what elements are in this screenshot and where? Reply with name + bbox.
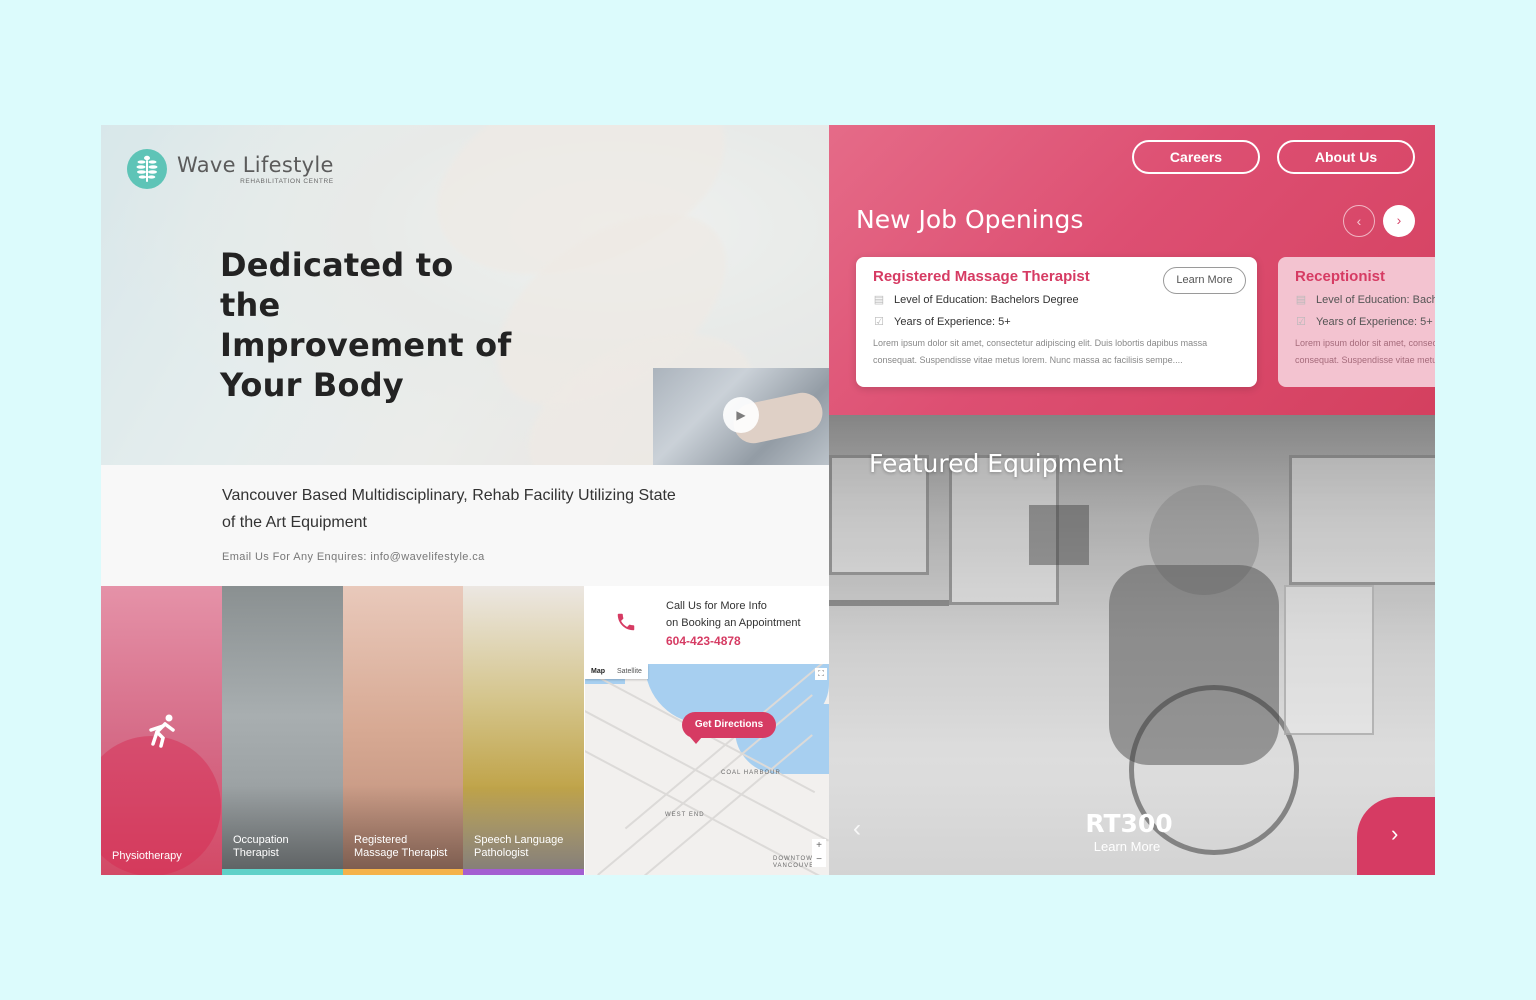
- job-openings-title: New Job Openings: [856, 205, 1084, 234]
- right-panel: Careers About Us New Job Openings ‹ › Re…: [829, 125, 1435, 875]
- job-description: Lorem ipsum dolor sit amet, consectetur …: [873, 338, 1208, 365]
- fullscreen-icon[interactable]: ⛶: [815, 668, 827, 680]
- job-title: Receptionist: [1295, 268, 1386, 285]
- hero-section: Wave Lifestyle REHABILITATION CENTRE Ded…: [101, 125, 829, 465]
- intro-description: Vancouver Based Multidisciplinary, Rehab…: [222, 487, 676, 531]
- get-directions-button[interactable]: Get Directions: [682, 712, 776, 744]
- job-experience: Years of Experience: 5+: [1316, 316, 1433, 328]
- map-area-label: WEST END: [665, 812, 705, 818]
- left-panel: Wave Lifestyle REHABILITATION CENTRE Ded…: [101, 125, 829, 875]
- chevron-left-icon[interactable]: ‹: [853, 815, 861, 843]
- hero-headline: Dedicated to the Improvement of Your Bod…: [220, 246, 512, 404]
- website-mockup: Wave Lifestyle REHABILITATION CENTRE Ded…: [101, 125, 1435, 875]
- service-tile-physiotherapy[interactable]: Physiotherapy: [101, 586, 222, 875]
- job-education: Level of Education: Bachelors Degree: [894, 294, 1079, 306]
- map-type-toggle[interactable]: Map Satellite: [585, 664, 648, 679]
- play-icon[interactable]: ▶: [723, 397, 759, 433]
- service-tile-massage-therapist[interactable]: Registered Massage Therapist: [343, 586, 463, 875]
- featured-equipment-section: Featured Equipment RT300 Learn More ‹ ›: [829, 415, 1435, 875]
- brand-logo[interactable]: Wave Lifestyle REHABILITATION CENTRE: [127, 149, 334, 189]
- phone-number[interactable]: 604-423-4878: [666, 634, 741, 648]
- calendar-icon: ☑: [874, 316, 884, 328]
- service-tiles: Physiotherapy Occupation Therapist Regis…: [101, 586, 829, 875]
- contact-line-1: Call Us for More Info: [666, 600, 767, 612]
- job-description: Lorem ipsum dolor sit amet, consectetur …: [1295, 338, 1435, 365]
- featured-equipment-title: Featured Equipment: [869, 449, 1123, 478]
- job-openings-section: Careers About Us New Job Openings ‹ › Re…: [829, 125, 1435, 415]
- service-color-bar: [343, 869, 463, 875]
- exercise-icon: [143, 710, 183, 755]
- service-label: Occupation Therapist: [233, 834, 289, 859]
- learn-more-button[interactable]: Learn More: [1163, 267, 1246, 294]
- equipment-learn-more[interactable]: Learn More: [1077, 839, 1177, 854]
- chevron-left-icon[interactable]: ‹: [1343, 205, 1375, 237]
- job-experience: Years of Experience: 5+: [894, 316, 1011, 328]
- job-card[interactable]: Receptionist ▤ Level of Education: Bache…: [1278, 257, 1435, 387]
- chevron-right-icon[interactable]: ›: [1383, 205, 1415, 237]
- contact-line-2: on Booking an Appointment: [666, 617, 801, 629]
- intro-section: Vancouver Based Multidisciplinary, Rehab…: [101, 465, 829, 586]
- map-zoom-control[interactable]: + −: [812, 839, 826, 867]
- job-title: Registered Massage Therapist: [873, 268, 1090, 285]
- service-tile-speech-pathologist[interactable]: Speech Language Pathologist: [463, 586, 584, 875]
- next-equipment-button[interactable]: ›: [1357, 797, 1435, 875]
- location-map[interactable]: Map Satellite ⛶ COAL HARBOUR WEST END DO…: [585, 664, 829, 875]
- video-thumbnail[interactable]: ▶: [653, 368, 829, 465]
- equipment-model: RT300: [1085, 809, 1173, 838]
- map-area-label: COAL HARBOUR: [721, 770, 781, 776]
- about-us-button[interactable]: About Us: [1277, 140, 1415, 174]
- service-color-bar: [463, 869, 584, 875]
- service-label: Speech Language Pathologist: [474, 834, 564, 859]
- service-tile-occupation-therapist[interactable]: Occupation Therapist: [222, 586, 343, 875]
- spine-wave-icon: [127, 149, 167, 189]
- chevron-right-icon: ›: [1391, 821, 1399, 846]
- brand-name: Wave Lifestyle: [177, 153, 334, 177]
- book-icon: ▤: [1295, 294, 1307, 306]
- job-education: Level of Education: Bachelors Degree: [1316, 294, 1435, 306]
- email-enquiry[interactable]: Email Us For Any Enquires: info@wavelife…: [222, 551, 485, 563]
- careers-button[interactable]: Careers: [1132, 140, 1260, 174]
- calendar-icon: ☑: [1296, 316, 1306, 328]
- service-label: Registered Massage Therapist: [354, 834, 448, 859]
- contact-box: Call Us for More Info on Booking an Appo…: [585, 586, 829, 664]
- map-type-satellite[interactable]: Satellite: [611, 664, 648, 679]
- phone-icon: [615, 611, 637, 639]
- service-label: Physiotherapy: [112, 850, 182, 862]
- map-type-map[interactable]: Map: [585, 664, 611, 679]
- job-card[interactable]: Registered Massage Therapist ▤ Level of …: [856, 257, 1257, 387]
- brand-tagline: REHABILITATION CENTRE: [240, 178, 334, 185]
- service-color-bar: [222, 869, 343, 875]
- book-icon: ▤: [873, 294, 885, 306]
